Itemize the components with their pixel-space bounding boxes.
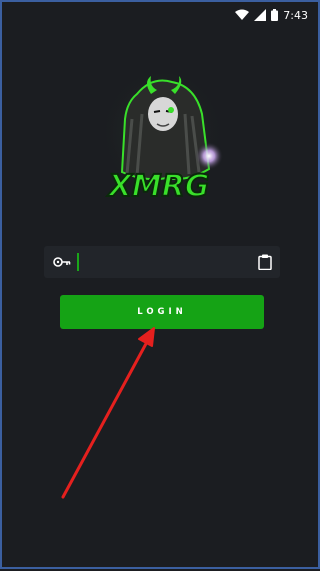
clipboard-icon[interactable] (258, 254, 272, 270)
wifi-icon (235, 9, 250, 20)
status-bar: 7:43 (2, 2, 318, 28)
login-button-label: LOGIN (137, 307, 187, 317)
status-time: 7:43 (283, 8, 308, 22)
login-button[interactable]: LOGIN (60, 295, 264, 329)
license-key-input[interactable] (77, 253, 237, 271)
key-icon (53, 257, 71, 267)
battery-icon (271, 9, 279, 21)
signal-icon (254, 9, 267, 21)
logo-text: XMRG (107, 169, 210, 204)
key-field-row (44, 246, 280, 278)
app-logo: XMRG (100, 74, 224, 205)
